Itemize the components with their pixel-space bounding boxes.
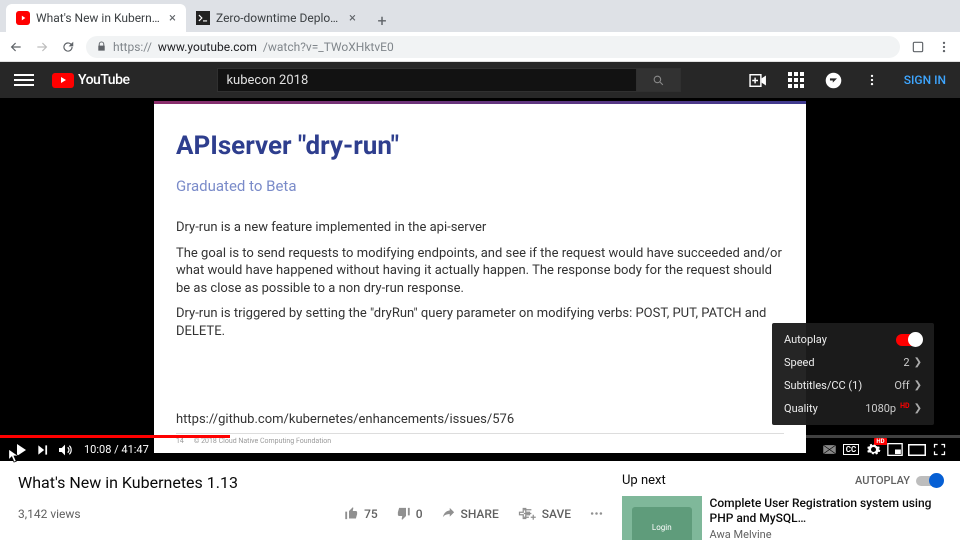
- slide-paragraph: The goal is to send requests to modifyin…: [176, 245, 784, 298]
- settings-label: Speed: [784, 356, 815, 369]
- player-settings-menu: Autoplay Speed 2❯ Subtitles/CC (1) Off❯ …: [772, 323, 934, 425]
- share-label: SHARE: [461, 507, 499, 521]
- guide-button[interactable]: [14, 70, 34, 90]
- slide-link: https://github.com/kubernetes/enhancemen…: [176, 412, 784, 427]
- browser-toolbar: https:// www.youtube.com/watch?v=_TWoXHkt…: [0, 32, 960, 62]
- reload-button[interactable]: [60, 39, 76, 55]
- lock-icon: [96, 41, 107, 52]
- forward-button[interactable]: [34, 39, 50, 55]
- youtube-logo[interactable]: YouTube: [52, 72, 129, 88]
- save-label: SAVE: [542, 507, 571, 521]
- autoplay-toggle[interactable]: [916, 476, 942, 486]
- autoplay-label: AUTOPLAY: [855, 474, 910, 487]
- settings-cc-row[interactable]: Subtitles/CC (1) Off ❯: [772, 374, 934, 397]
- settings-menu-button[interactable]: [862, 70, 882, 90]
- recommendation-channel: Awa Melvine: [710, 528, 942, 540]
- video-player[interactable]: APIserver "dry-run" Graduated to Beta Dr…: [0, 98, 960, 461]
- up-next-label: Up next: [622, 473, 666, 488]
- close-tab-icon[interactable]: ×: [169, 11, 176, 26]
- tab-title: What's New in Kubernetes 1.13: [36, 11, 163, 25]
- cc-button[interactable]: CC: [840, 439, 862, 461]
- chevron-right-icon: ❯: [914, 403, 922, 414]
- chevron-right-icon: ❯: [914, 380, 922, 391]
- primary-column: What's New in Kubernetes 1.13 3,142 view…: [18, 473, 604, 540]
- like-count: 75: [364, 507, 378, 521]
- multicam-button[interactable]: [818, 439, 840, 461]
- address-bar[interactable]: https:// www.youtube.com/watch?v=_TWoXHkt…: [86, 36, 900, 58]
- settings-value: 1080p: [865, 402, 896, 415]
- youtube-play-icon: [52, 73, 74, 88]
- like-button[interactable]: 75: [344, 506, 378, 521]
- slide-title: APIserver "dry-run": [176, 131, 784, 161]
- terminal-favicon-icon: [196, 11, 210, 25]
- search-button[interactable]: [637, 68, 681, 92]
- fullscreen-button[interactable]: [928, 439, 950, 461]
- gear-icon: HD: [866, 442, 881, 457]
- autoplay-toggle-on[interactable]: [896, 334, 922, 346]
- hd-badge: HD: [900, 402, 910, 410]
- youtube-logo-text: YouTube: [78, 72, 129, 88]
- player-controls: 10:08 / 41:47 CC HD: [0, 438, 960, 461]
- settings-speed-row[interactable]: Speed 2 ❯: [772, 351, 934, 374]
- save-button[interactable]: SAVE: [517, 506, 571, 521]
- close-tab-icon[interactable]: ×: [349, 11, 356, 26]
- recommendation-thumbnail: Login: [622, 496, 702, 540]
- slide-paragraph: Dry-run is a new feature implemented in …: [176, 219, 784, 237]
- next-button[interactable]: [32, 439, 54, 461]
- more-actions-button[interactable]: [589, 506, 604, 521]
- youtube-masthead: YouTube kubecon 2018 SIGN IN: [0, 62, 960, 98]
- below-player: What's New in Kubernetes 1.13 3,142 view…: [0, 461, 960, 540]
- back-button[interactable]: [8, 39, 24, 55]
- settings-label: Quality: [784, 402, 818, 415]
- url-path: /watch?v=_TWoXHktvE0: [263, 40, 394, 54]
- tab-title: Zero-downtime Deployments w: [216, 11, 343, 25]
- dislike-count: 0: [416, 507, 423, 521]
- player-settings-button[interactable]: HD: [862, 439, 884, 461]
- settings-quality-row[interactable]: Quality 1080p HD ❯: [772, 397, 934, 420]
- settings-autoplay-row[interactable]: Autoplay: [772, 328, 934, 351]
- url-host: www.youtube.com: [158, 40, 257, 54]
- search-value: kubecon 2018: [226, 73, 308, 88]
- settings-label: Autoplay: [784, 333, 827, 346]
- extension-icon[interactable]: [910, 39, 926, 55]
- volume-button[interactable]: [54, 439, 76, 461]
- slide-paragraph: Dry-run is triggered by setting the "dry…: [176, 305, 784, 340]
- messages-button[interactable]: [824, 70, 844, 90]
- chevron-right-icon: ❯: [914, 357, 922, 368]
- settings-label: Subtitles/CC (1): [784, 379, 862, 392]
- settings-value: Off: [894, 379, 909, 392]
- thumb-label: Login: [632, 507, 692, 540]
- share-button[interactable]: SHARE: [441, 506, 499, 521]
- create-button[interactable]: [748, 70, 768, 90]
- url-scheme: https://: [113, 40, 152, 54]
- browser-menu-button[interactable]: [936, 39, 952, 55]
- secondary-column: Up next AUTOPLAY Login Complete User Reg…: [622, 473, 942, 540]
- browser-tab-active[interactable]: What's New in Kubernetes 1.13 ×: [6, 4, 186, 32]
- sign-in-button[interactable]: SIGN IN: [904, 73, 946, 87]
- view-count: 3,142 views: [18, 507, 81, 521]
- video-actions: 75 0 SHARE SAVE: [344, 506, 604, 521]
- search-input[interactable]: kubecon 2018: [217, 68, 637, 92]
- slide-subtitle: Graduated to Beta: [176, 177, 784, 195]
- recommendation-title: Complete User Registration system using …: [710, 496, 942, 526]
- dislike-button[interactable]: 0: [396, 506, 423, 521]
- apps-button[interactable]: [786, 70, 806, 90]
- video-frame: APIserver "dry-run" Graduated to Beta Dr…: [154, 101, 806, 453]
- miniplayer-button[interactable]: [884, 439, 906, 461]
- hd-badge: HD: [874, 438, 886, 445]
- browser-tab[interactable]: Zero-downtime Deployments w ×: [186, 4, 366, 32]
- time-display: 10:08 / 41:47: [84, 443, 149, 456]
- recommendation-item[interactable]: Login Complete User Registration system …: [622, 496, 942, 540]
- youtube-favicon-icon: [16, 11, 30, 25]
- video-title: What's New in Kubernetes 1.13: [18, 473, 604, 492]
- theater-button[interactable]: [906, 439, 928, 461]
- browser-tabstrip: What's New in Kubernetes 1.13 × Zero-dow…: [0, 0, 960, 32]
- settings-value: 2: [903, 356, 909, 369]
- play-button[interactable]: [10, 439, 32, 461]
- new-tab-button[interactable]: +: [370, 8, 394, 32]
